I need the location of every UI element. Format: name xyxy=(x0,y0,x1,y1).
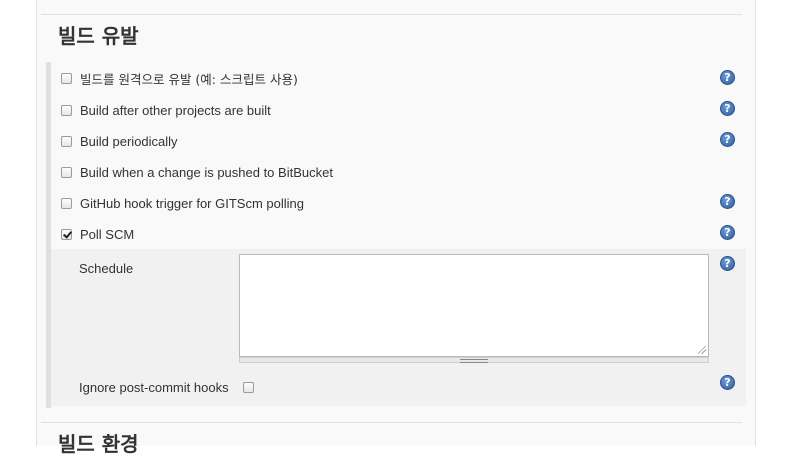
divider xyxy=(41,14,742,15)
config-panel: 빌드 유발 빌드를 원격으로 유발 (예: 스크립트 사용) ? Build a… xyxy=(36,0,756,456)
trigger-remote-help-icon[interactable]: ? xyxy=(720,70,735,85)
trigger-after-other-projects[interactable]: Build after other projects are built xyxy=(61,100,271,120)
trigger-poll-scm-help-icon[interactable]: ? xyxy=(720,225,735,240)
ignore-post-commit-hooks[interactable]: Ignore post-commit hooks xyxy=(79,377,262,397)
trigger-remote[interactable]: 빌드를 원격으로 유발 (예: 스크립트 사용) xyxy=(61,68,298,88)
ignore-post-commit-hooks-help-icon[interactable]: ? xyxy=(720,375,735,390)
section-title: 빌드 유발 xyxy=(58,24,139,48)
ignore-post-commit-hooks-label: Ignore post-commit hooks xyxy=(79,379,229,395)
schedule-help-icon[interactable]: ? xyxy=(720,256,735,271)
trigger-remote-label: 빌드를 원격으로 유발 (예: 스크립트 사용) xyxy=(80,71,298,87)
trigger-github-hook-help-icon[interactable]: ? xyxy=(720,194,735,209)
trigger-after-other-projects-label: Build after other projects are built xyxy=(80,102,271,118)
trigger-poll-scm-checkbox[interactable] xyxy=(61,228,72,240)
trigger-periodically-checkbox[interactable] xyxy=(61,135,72,147)
resize-handle-icon xyxy=(460,359,488,363)
trigger-after-other-projects-checkbox[interactable] xyxy=(61,104,72,116)
trigger-bitbucket-push-checkbox[interactable] xyxy=(61,166,72,178)
trigger-github-hook-label: GitHub hook trigger for GITScm polling xyxy=(80,195,304,211)
schedule-label: Schedule xyxy=(79,261,134,276)
trigger-poll-scm[interactable]: Poll SCM xyxy=(61,224,134,244)
trigger-poll-scm-label: Poll SCM xyxy=(80,226,135,242)
trigger-after-other-projects-help-icon[interactable]: ? xyxy=(720,101,735,116)
trigger-periodically-label: Build periodically xyxy=(80,133,178,149)
schedule-textarea[interactable] xyxy=(239,254,709,357)
ignore-post-commit-hooks-checkbox[interactable] xyxy=(242,381,254,393)
trigger-github-hook-checkbox[interactable] xyxy=(61,197,72,209)
textarea-resize-handle[interactable] xyxy=(239,357,709,363)
trigger-bitbucket-push[interactable]: Build when a change is pushed to BitBuck… xyxy=(61,162,333,182)
trigger-bitbucket-push-label: Build when a change is pushed to BitBuck… xyxy=(80,164,333,180)
trigger-periodically-help-icon[interactable]: ? xyxy=(720,132,735,147)
resize-grip-icon[interactable] xyxy=(698,346,706,354)
trigger-github-hook[interactable]: GitHub hook trigger for GITScm polling xyxy=(61,193,304,213)
divider xyxy=(41,422,742,423)
trigger-remote-checkbox[interactable] xyxy=(61,72,72,84)
trigger-periodically[interactable]: Build periodically xyxy=(61,131,178,151)
next-section-title: 빌드 환경 xyxy=(58,432,139,456)
